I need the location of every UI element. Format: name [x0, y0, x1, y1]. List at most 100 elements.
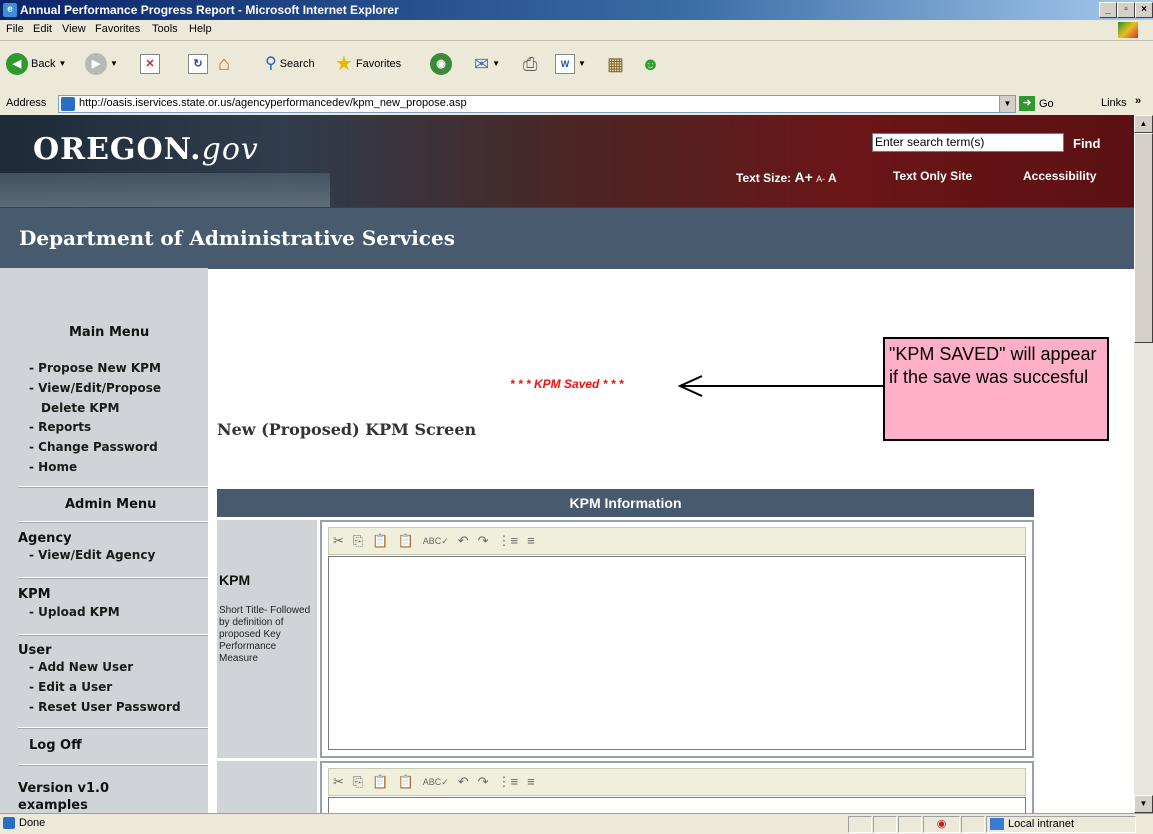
chevron-right-icon[interactable]: » [1135, 95, 1141, 107]
privacy-blocked-icon[interactable]: ◉ [923, 816, 960, 833]
text-size-small-link[interactable]: A- [816, 174, 825, 184]
home-button[interactable]: ⌂ [218, 53, 230, 75]
close-button[interactable]: × [1135, 2, 1153, 18]
status-text: Done [19, 817, 46, 829]
sidebar-item-propose-new-kpm[interactable]: - Propose New KPM [29, 361, 161, 375]
address-bar: Address http://oasis.iservices.state.or.… [0, 93, 1153, 116]
page-title: New (Proposed) KPM Screen [217, 420, 477, 439]
scroll-up-icon[interactable]: ▲ [1134, 115, 1153, 133]
site-banner: OREGON.gov Enter search term(s) Find Tex… [0, 115, 1134, 207]
page-icon [61, 97, 75, 111]
find-button[interactable]: Find [1073, 136, 1100, 151]
second-text-area[interactable] [328, 797, 1026, 813]
copy-icon[interactable]: ⎘ [353, 769, 363, 795]
redo-icon[interactable]: ↷ [478, 528, 489, 554]
go-button[interactable]: ➜ Go [1019, 96, 1054, 111]
favorites-button[interactable]: ★ Favorites [335, 53, 401, 75]
messenger-icon: ☻ [641, 54, 660, 74]
links-button[interactable]: Links [1101, 97, 1127, 109]
sidebar-item-change-password[interactable]: - Change Password [29, 440, 158, 454]
kpm-saved-message: * * * KPM Saved * * * [510, 377, 624, 391]
cut-icon[interactable]: ✂ [333, 528, 344, 554]
chevron-down-icon: ▼ [578, 59, 586, 68]
home-icon: ⌂ [218, 53, 231, 75]
menu-tools[interactable]: Tools [152, 23, 178, 35]
second-label-cell [217, 761, 317, 813]
stop-button[interactable]: ✕ [140, 53, 160, 75]
menu-help[interactable]: Help [189, 23, 212, 35]
kpm-rich-text-editor: ✂ ⎘ 📋 📋 ABC✓ ↶ ↷ ⋮≡ ≡ [320, 520, 1034, 758]
address-url: http://oasis.iservices.state.or.us/agenc… [79, 97, 467, 109]
oregon-gov-logo[interactable]: OREGON.gov [33, 132, 259, 167]
mail-icon: ✉ [474, 54, 490, 74]
chevron-down-icon[interactable]: ▼ [999, 96, 1015, 112]
site-search-input[interactable]: Enter search term(s) [872, 133, 1064, 152]
text-size-normal-link[interactable]: A [828, 171, 837, 185]
sidebar-item-upload-kpm[interactable]: - Upload KPM [29, 605, 120, 619]
sidebar-item-reports[interactable]: - Reports [29, 420, 91, 434]
kpm-information-header: KPM Information [217, 489, 1034, 517]
sidebar-item-delete-kpm[interactable]: Delete KPM [41, 401, 119, 415]
messenger-button[interactable]: ☻ [641, 53, 660, 75]
paste-icon[interactable]: 📋 [372, 528, 388, 554]
paste-icon[interactable]: 📋 [372, 769, 388, 795]
divider [18, 764, 208, 766]
refresh-button[interactable]: ↻ [188, 53, 208, 75]
numbered-list-icon[interactable]: ⋮≡ [498, 769, 519, 795]
copy-icon[interactable]: ⎘ [353, 528, 363, 554]
kpm-text-area[interactable] [328, 556, 1026, 750]
forward-button[interactable]: ▶ ▼ [85, 53, 118, 75]
window-title: Annual Performance Progress Report - Mic… [20, 3, 399, 17]
sidebar-item-home[interactable]: - Home [29, 460, 77, 474]
bullet-list-icon[interactable]: ≡ [527, 528, 535, 554]
mail-button[interactable]: ✉ ▼ [474, 53, 500, 75]
research-button[interactable]: ▦ [607, 53, 624, 75]
log-off-link[interactable]: Log Off [29, 738, 82, 753]
spellcheck-icon[interactable]: ABC✓ [423, 769, 449, 795]
search-button[interactable]: ⚲ Search [265, 53, 315, 75]
sidebar-item-add-new-user[interactable]: - Add New User [29, 660, 133, 674]
numbered-list-icon[interactable]: ⋮≡ [498, 528, 519, 554]
forward-arrow-icon: ▶ [85, 53, 107, 75]
spellcheck-icon[interactable]: ABC✓ [423, 528, 449, 554]
page-viewport: OREGON.gov Enter search term(s) Find Tex… [0, 115, 1134, 813]
address-input[interactable]: http://oasis.iservices.state.or.us/agenc… [58, 95, 1016, 113]
menu-file[interactable]: File [6, 23, 24, 35]
redo-icon[interactable]: ↷ [478, 769, 489, 795]
paste-word-icon[interactable]: 📋 [398, 528, 414, 554]
back-button[interactable]: ◀ Back ▼ [6, 53, 66, 75]
sidebar-item-view-edit-propose[interactable]: - View/Edit/Propose [29, 381, 161, 395]
menu-favorites[interactable]: Favorites [95, 23, 140, 35]
main-menu-title: Main Menu [69, 325, 150, 340]
chevron-down-icon: ▼ [110, 59, 118, 68]
sidebar-item-view-edit-agency[interactable]: - View/Edit Agency [29, 548, 155, 562]
sidebar-item-edit-user[interactable]: - Edit a User [29, 680, 112, 694]
menu-view[interactable]: View [62, 23, 86, 35]
sidebar-item-reset-user-password[interactable]: - Reset User Password [29, 700, 181, 714]
toolbar: ◀ Back ▼ ▶ ▼ ✕ ↻ ⌂ ⚲ Search ★ Favorites … [0, 41, 1153, 94]
paste-word-icon[interactable]: 📋 [398, 769, 414, 795]
text-size-large-link[interactable]: A+ [794, 169, 812, 185]
edit-word-button[interactable]: W ▼ [555, 53, 586, 75]
maximize-button[interactable]: ▫ [1117, 2, 1135, 18]
text-only-link[interactable]: Text Only Site [893, 169, 972, 183]
undo-icon[interactable]: ↶ [458, 528, 469, 554]
zone-pane: Local intranet [986, 816, 1136, 833]
scrollbar-thumb[interactable] [1134, 133, 1153, 343]
menu-bar: File Edit View Favorites Tools Help [0, 20, 1153, 41]
department-header: Department of Administrative Services [0, 207, 1134, 269]
vertical-scrollbar[interactable]: ▲ ▼ [1134, 115, 1153, 813]
cut-icon[interactable]: ✂ [333, 769, 344, 795]
undo-icon[interactable]: ↶ [458, 769, 469, 795]
scroll-down-icon[interactable]: ▼ [1134, 795, 1153, 813]
print-button[interactable]: ⎙ [523, 53, 537, 75]
window-title-bar[interactable]: e Annual Performance Progress Report - M… [0, 0, 1153, 20]
status-pane [873, 816, 897, 833]
minimize-button[interactable]: _ [1099, 2, 1117, 18]
kpm-section-title: KPM [18, 587, 51, 602]
bullet-list-icon[interactable]: ≡ [527, 769, 535, 795]
menu-edit[interactable]: Edit [33, 23, 52, 35]
accessibility-link[interactable]: Accessibility [1023, 169, 1096, 183]
media-button[interactable]: ◉ [430, 53, 452, 75]
print-icon: ⎙ [523, 54, 538, 74]
